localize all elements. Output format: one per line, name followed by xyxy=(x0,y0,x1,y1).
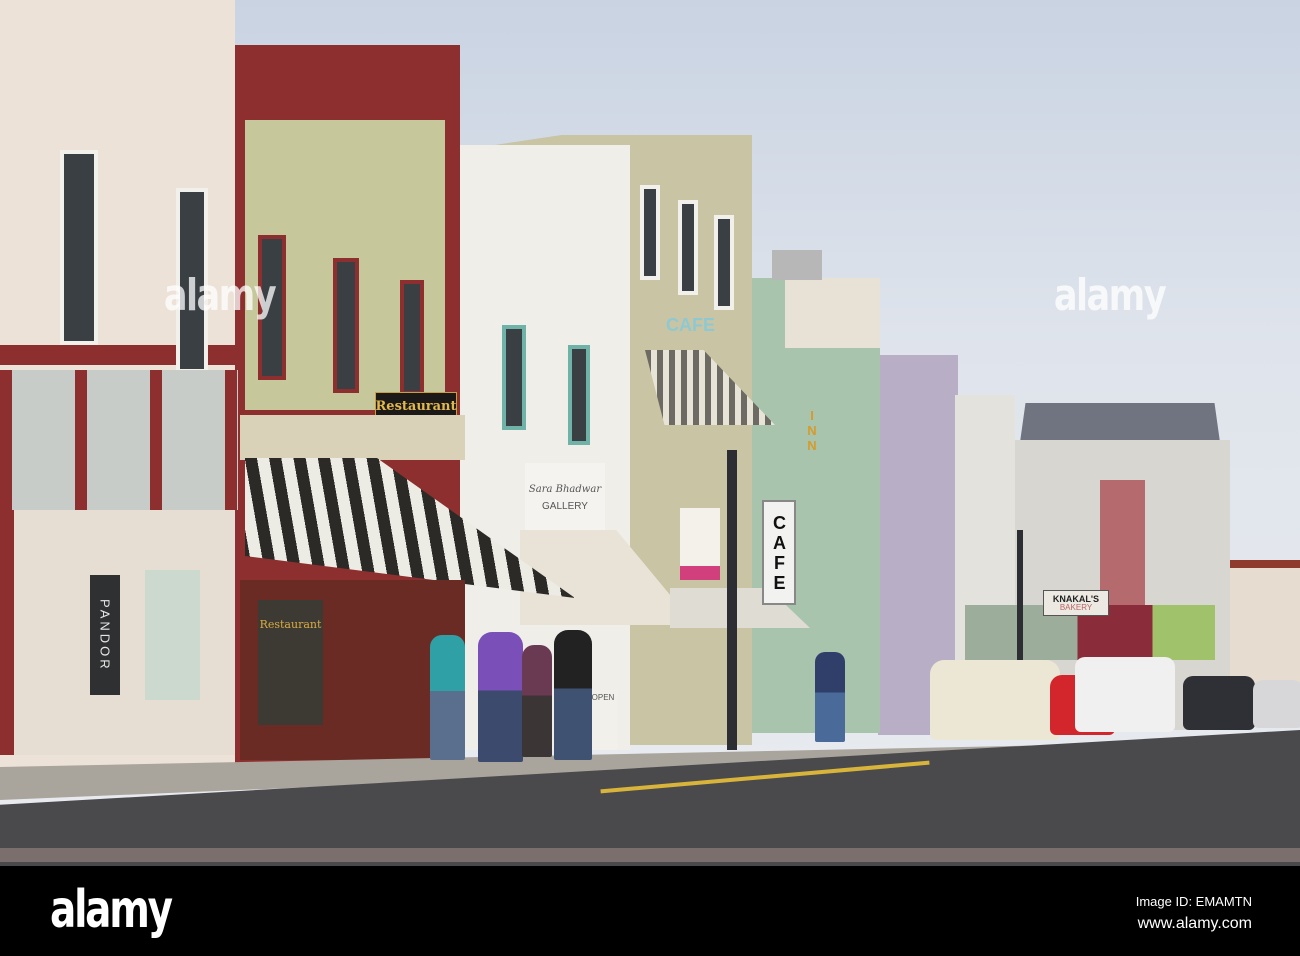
car-white-pickup xyxy=(1075,657,1175,732)
pedestrian xyxy=(554,630,592,760)
display-window xyxy=(145,570,200,700)
open-sign: OPEN xyxy=(588,690,618,750)
bakery-label: BAKERY xyxy=(1059,602,1093,612)
left-storefront-windows xyxy=(0,370,238,510)
car-dark xyxy=(1183,676,1255,730)
footer-bar xyxy=(0,866,1300,956)
gallery-sign: Sara Bhadwar GALLERY xyxy=(525,463,605,533)
crosswalk-stripe xyxy=(0,848,1300,862)
lamp-post-2 xyxy=(1017,530,1023,660)
site-url[interactable]: www.alamy.com xyxy=(1138,915,1252,933)
inn-sign: INN xyxy=(804,407,820,453)
cafe-wall-sign: CAFE xyxy=(666,314,715,335)
car-silver xyxy=(1253,680,1300,728)
gallery-script: Sara Bhadwar xyxy=(528,484,602,495)
green-building-cornice xyxy=(785,278,880,348)
restaurant-window-sign: Restaurant xyxy=(258,600,323,725)
pedestrian xyxy=(478,632,523,762)
street-photo: CAFE Sara Bhadwar GALLERY Restaurant Res… xyxy=(0,0,1300,866)
cafe-vertical-sign: CAFE xyxy=(762,500,796,605)
water-tower xyxy=(772,250,822,280)
pedestrian xyxy=(522,645,552,757)
pedestrian xyxy=(430,635,465,760)
pandora-sign: PANDOR xyxy=(90,575,120,695)
car-white-suv xyxy=(930,660,1060,740)
knakals-bakery-sign: KNAKAL'S BAKERY xyxy=(1043,590,1109,616)
image-id: Image ID: EMAMTN xyxy=(1135,894,1252,909)
watermark: alamy xyxy=(1053,270,1167,321)
festival-banner xyxy=(680,508,720,580)
pedestrian-with-dog xyxy=(815,652,845,742)
distant-building-right xyxy=(1230,560,1300,690)
alamy-logo: alamy xyxy=(50,880,173,940)
watermark: alamy xyxy=(163,270,277,321)
gallery-label: GALLERY xyxy=(542,501,588,512)
lamp-post xyxy=(727,450,737,750)
lower-facade xyxy=(240,415,465,460)
